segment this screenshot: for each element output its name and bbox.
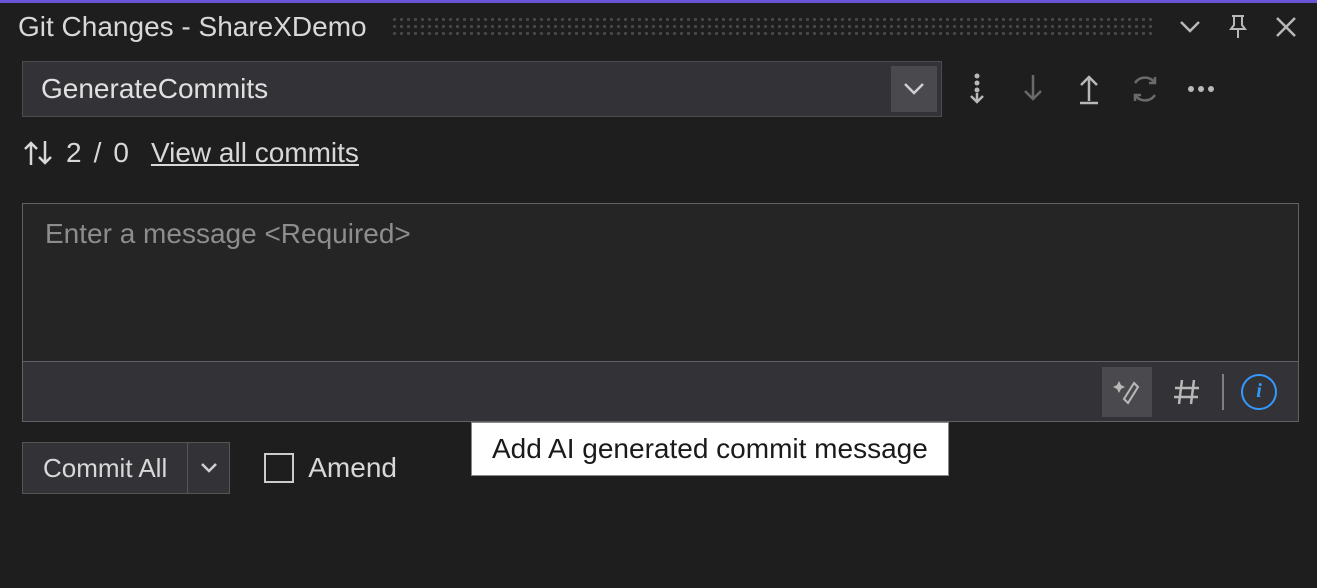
outgoing-count: 0: [113, 137, 129, 169]
amend-checkbox[interactable]: Amend: [264, 452, 397, 484]
incoming-outgoing-icon: [22, 137, 54, 169]
branch-row: GenerateCommits: [22, 61, 1299, 117]
status-separator: /: [94, 137, 102, 169]
title-bar: Git Changes - ShareXDemo: [0, 3, 1317, 51]
pull-icon[interactable]: [1012, 68, 1054, 110]
branch-selector[interactable]: GenerateCommits: [22, 61, 942, 117]
window-menu-icon[interactable]: [1177, 14, 1203, 40]
ai-tooltip: Add AI generated commit message: [471, 422, 949, 476]
branch-dropdown-icon[interactable]: [891, 66, 937, 112]
push-icon[interactable]: [1068, 68, 1110, 110]
pin-icon[interactable]: [1225, 14, 1251, 40]
commit-split-button: Commit All: [22, 442, 230, 494]
close-icon[interactable]: [1273, 14, 1299, 40]
message-toolbar: i Add AI generated commit message: [23, 361, 1298, 421]
hashtag-icon[interactable]: [1162, 367, 1212, 417]
ai-generate-icon[interactable]: [1102, 367, 1152, 417]
window-controls: [1177, 14, 1299, 40]
panel-content: GenerateCommits 2 / 0: [0, 51, 1317, 512]
drag-grip[interactable]: [391, 18, 1153, 36]
checkbox-icon[interactable]: [264, 453, 294, 483]
more-icon[interactable]: [1180, 68, 1222, 110]
sync-icon[interactable]: [1124, 68, 1166, 110]
commit-status-row: 2 / 0 View all commits: [22, 137, 1299, 169]
incoming-count: 2: [66, 137, 82, 169]
commit-message-area: i Add AI generated commit message: [22, 203, 1299, 422]
branch-name: GenerateCommits: [41, 73, 268, 105]
toolbar-divider: [1222, 374, 1224, 410]
fetch-icon[interactable]: [956, 68, 998, 110]
commit-dropdown-icon[interactable]: [187, 443, 229, 493]
amend-label: Amend: [308, 452, 397, 484]
commit-message-input[interactable]: [23, 204, 1298, 356]
commit-all-button[interactable]: Commit All: [23, 443, 187, 493]
view-all-commits-link[interactable]: View all commits: [151, 137, 359, 169]
info-icon[interactable]: i: [1234, 367, 1284, 417]
panel-title: Git Changes - ShareXDemo: [18, 11, 367, 43]
